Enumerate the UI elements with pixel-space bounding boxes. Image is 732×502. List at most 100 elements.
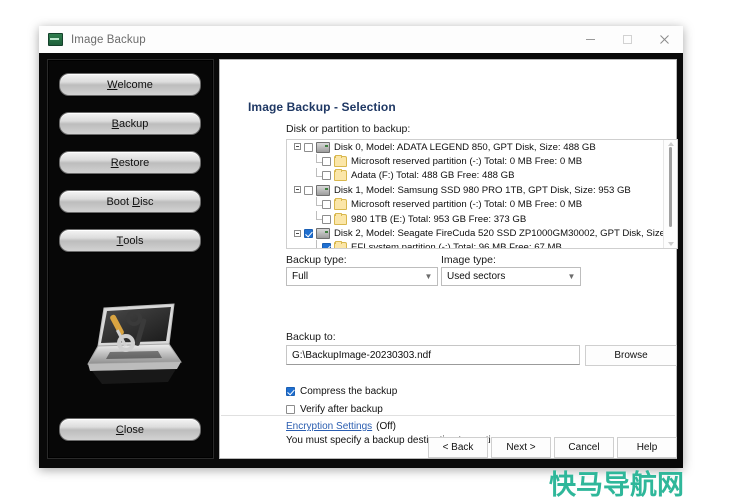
scrollbar-thumb[interactable] bbox=[669, 147, 672, 227]
close-button-accel: C bbox=[115, 423, 124, 436]
image-type-value: Used sectors bbox=[447, 271, 506, 282]
backup-type-value: Full bbox=[292, 271, 309, 282]
tree-label: Disk or partition to backup: bbox=[286, 123, 411, 135]
chevron-down-icon: ▼ bbox=[424, 272, 433, 281]
tree-connector-icon bbox=[311, 196, 322, 212]
tree-row-label: Adata (F:) Total: 488 GB Free: 488 GB bbox=[351, 170, 515, 182]
tree-row-label: EFI system partition (-:) Total: 96 MB F… bbox=[351, 242, 562, 249]
encryption-settings-link[interactable]: Encryption Settings bbox=[286, 421, 372, 432]
sidebar-accel-restore: R bbox=[110, 156, 119, 169]
close-button[interactable]: Close bbox=[59, 418, 201, 441]
backup-to-label: Backup to: bbox=[286, 331, 336, 343]
scroll-up-icon[interactable] bbox=[668, 142, 674, 146]
expander-icon[interactable] bbox=[293, 140, 304, 154]
tree-row-label: 980 1TB (E:) Total: 953 GB Free: 373 GB bbox=[351, 213, 527, 225]
tree-row[interactable]: Microsoft reserved partition (-:) Total:… bbox=[287, 153, 659, 168]
disk-tree[interactable]: Disk 0, Model: ADATA LEGEND 850, GPT Dis… bbox=[286, 139, 678, 249]
cancel-button[interactable]: Cancel bbox=[554, 437, 614, 458]
watermark: 快马导航网 bbox=[549, 470, 684, 501]
app-icon bbox=[48, 33, 63, 46]
laptop-with-tools-icon bbox=[76, 296, 186, 391]
tree-connector-icon bbox=[311, 239, 322, 248]
title-bar: Image Backup bbox=[39, 26, 683, 54]
tree-row[interactable]: EFI system partition (-:) Total: 96 MB F… bbox=[287, 239, 659, 249]
disk-icon bbox=[316, 184, 330, 196]
disk-tree-rows: Disk 0, Model: ADATA LEGEND 850, GPT Dis… bbox=[287, 140, 677, 249]
scroll-down-icon[interactable] bbox=[668, 242, 674, 246]
checkbox-icon[interactable] bbox=[304, 185, 313, 195]
checkbox-icon[interactable] bbox=[304, 142, 313, 152]
tree-row-label: Microsoft reserved partition (-:) Total:… bbox=[351, 199, 583, 211]
content-panel: Image Backup - Selection Disk or partiti… bbox=[219, 59, 678, 459]
sidebar-item-label-welcome: elcome bbox=[117, 78, 153, 91]
back-button[interactable]: < Back bbox=[428, 437, 488, 458]
footer-divider bbox=[221, 415, 675, 416]
checkbox-icon[interactable] bbox=[304, 229, 313, 239]
image-type-select[interactable]: Used sectors ▼ bbox=[441, 267, 581, 286]
sidebar-accel-welcome: W bbox=[107, 78, 118, 91]
verify-after-backup-checkbox[interactable]: Verify after backup bbox=[286, 404, 383, 415]
sidebar-item-tools[interactable]: Tools bbox=[59, 229, 201, 252]
backup-to-value: G:\BackupImage-20230303.ndf bbox=[292, 349, 431, 361]
folder-icon bbox=[334, 241, 347, 248]
tree-row[interactable]: Microsoft reserved partition (-:) Total:… bbox=[287, 196, 659, 212]
sidebar-item-welcome[interactable]: Welcome bbox=[59, 73, 201, 96]
sidebar-accel-backup: B bbox=[111, 117, 119, 130]
sidebar-item-restore[interactable]: Restore bbox=[59, 151, 201, 174]
tree-row[interactable]: Adata (F:) Total: 488 GB Free: 488 GB bbox=[287, 167, 659, 183]
browse-button[interactable]: Browse bbox=[585, 345, 677, 366]
disk-icon bbox=[316, 141, 330, 153]
checkbox-icon[interactable] bbox=[322, 214, 331, 224]
tree-row-label: Disk 2, Model: Seagate FireCuda 520 SSD … bbox=[334, 228, 678, 240]
tree-row-label: Microsoft reserved partition (-:) Total:… bbox=[351, 156, 583, 168]
checkbox-icon[interactable] bbox=[322, 243, 331, 248]
sidebar: Welcome Backup Restore Boot Disc Tools C… bbox=[47, 59, 214, 459]
image-type-label: Image type: bbox=[441, 254, 496, 266]
sidebar-item-label-backup: ackup bbox=[118, 117, 149, 130]
checkbox-icon[interactable] bbox=[322, 200, 331, 210]
folder-icon bbox=[334, 212, 347, 225]
expander-icon[interactable] bbox=[293, 227, 304, 241]
checkbox-icon[interactable] bbox=[322, 157, 331, 167]
sidebar-item-backup[interactable]: Backup bbox=[59, 112, 201, 135]
checkbox-icon bbox=[286, 387, 295, 396]
sidebar-item-boot-disc[interactable]: Boot Disc bbox=[59, 190, 201, 213]
disk-icon bbox=[316, 228, 330, 240]
backup-to-input[interactable]: G:\BackupImage-20230303.ndf bbox=[286, 345, 580, 365]
sidebar-accel-boot-disc: D bbox=[132, 195, 141, 208]
encryption-state: (Off) bbox=[376, 421, 396, 432]
chevron-down-icon: ▼ bbox=[567, 272, 576, 281]
folder-icon bbox=[334, 155, 347, 168]
tree-row[interactable]: Disk 1, Model: Samsung SSD 980 PRO 1TB, … bbox=[287, 183, 659, 197]
folder-icon bbox=[334, 169, 347, 182]
sidebar-item-label-restore: estore bbox=[118, 156, 150, 169]
encryption-settings-row: Encryption Settings (Off) bbox=[286, 421, 396, 432]
help-button[interactable]: Help bbox=[617, 437, 677, 458]
sidebar-accel-tools: T bbox=[116, 234, 124, 247]
window-body: Welcome Backup Restore Boot Disc Tools C… bbox=[39, 53, 683, 468]
maximize-icon[interactable] bbox=[609, 26, 646, 53]
tree-row[interactable]: Disk 0, Model: ADATA LEGEND 850, GPT Dis… bbox=[287, 140, 659, 154]
disk-tree-scrollbar[interactable] bbox=[663, 140, 677, 248]
folder-icon bbox=[334, 198, 347, 211]
tree-row-label: Disk 1, Model: Samsung SSD 980 PRO 1TB, … bbox=[334, 184, 631, 196]
tree-row[interactable]: Disk 2, Model: Seagate FireCuda 520 SSD … bbox=[287, 226, 677, 241]
backup-type-select[interactable]: Full ▼ bbox=[286, 267, 438, 286]
window-title: Image Backup bbox=[71, 33, 146, 46]
checkbox-icon[interactable] bbox=[322, 171, 331, 181]
next-button[interactable]: Next > bbox=[491, 437, 551, 458]
screen: Image Backup Welcome Backup Restore Boot… bbox=[0, 0, 732, 501]
compress-backup-checkbox[interactable]: Compress the backup bbox=[286, 386, 397, 397]
close-icon[interactable] bbox=[646, 26, 683, 53]
tree-connector-icon bbox=[311, 167, 322, 183]
close-button-label: lose bbox=[123, 423, 145, 436]
expander-icon[interactable] bbox=[293, 183, 304, 197]
application-window: Image Backup Welcome Backup Restore Boot… bbox=[39, 26, 683, 468]
sidebar-item-label-boot-disc-post: isc bbox=[140, 195, 154, 208]
tree-row[interactable]: 980 1TB (E:) Total: 953 GB Free: 373 GB bbox=[287, 211, 659, 226]
checkbox-icon bbox=[286, 405, 295, 414]
verify-after-backup-label: Verify after backup bbox=[300, 404, 383, 415]
sidebar-item-label-boot-disc-pre: Boot bbox=[106, 195, 133, 208]
minimize-icon[interactable] bbox=[572, 26, 609, 53]
backup-type-label: Backup type: bbox=[286, 254, 347, 266]
